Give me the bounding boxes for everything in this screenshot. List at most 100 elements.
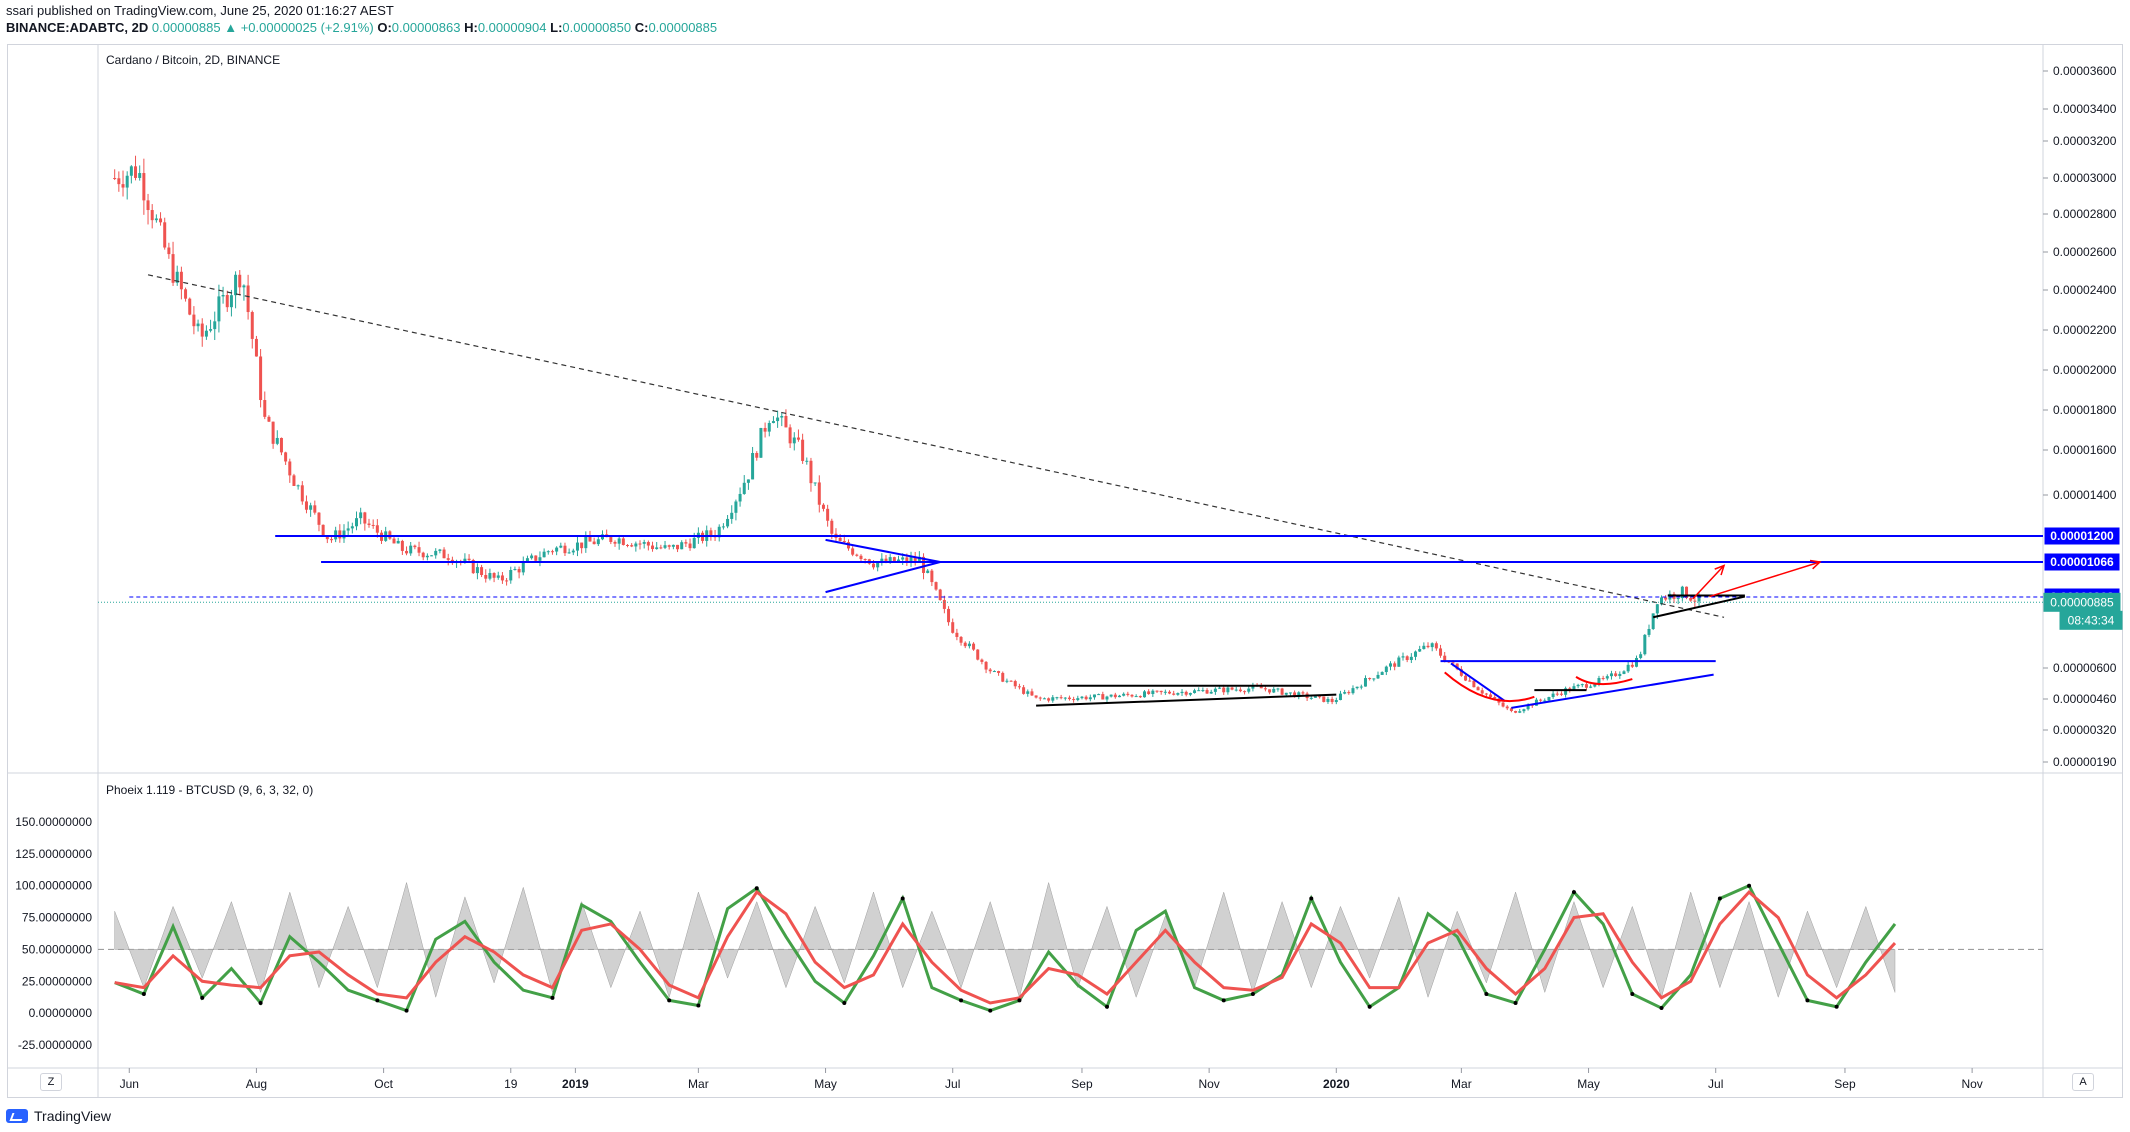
candle-body xyxy=(876,562,880,568)
candle-body xyxy=(196,323,200,327)
osc-extreme-dot xyxy=(1659,1006,1664,1011)
candle-body xyxy=(1363,678,1367,687)
candle-body xyxy=(1318,696,1322,698)
candle-body xyxy=(1188,693,1192,695)
candle-body xyxy=(1243,691,1247,693)
candle-body xyxy=(938,589,942,601)
time-tick-label: Aug xyxy=(246,1077,267,1091)
candle-body xyxy=(792,437,796,444)
candle-body xyxy=(997,671,1001,673)
candle-body xyxy=(154,218,158,221)
candle-body xyxy=(204,330,208,337)
osc-extreme-dot xyxy=(1017,998,1022,1003)
candle-body xyxy=(1159,690,1163,693)
candle-body xyxy=(805,460,809,462)
candle-body xyxy=(1655,604,1659,614)
osc-tick-label: 75.00000000 xyxy=(22,911,92,925)
candle-body xyxy=(550,551,554,553)
candle-body xyxy=(521,561,525,573)
candle-body xyxy=(300,485,304,502)
candle-body xyxy=(1580,684,1584,686)
candle-body xyxy=(1330,698,1334,703)
candle-body xyxy=(430,555,434,557)
candle-body xyxy=(730,512,734,519)
candle-body xyxy=(392,538,396,544)
candle-body xyxy=(317,512,321,525)
candle-body xyxy=(709,530,713,536)
candle-body xyxy=(955,632,959,637)
candle-body xyxy=(592,541,596,545)
candle-body xyxy=(425,555,429,558)
candle-body xyxy=(1213,688,1217,692)
candle-body xyxy=(263,400,267,417)
time-tick-label: Oct xyxy=(374,1077,393,1091)
price-label-text: 08:43:34 xyxy=(2068,613,2115,627)
osc-extreme-dot xyxy=(141,992,146,997)
timezone-button[interactable]: Z xyxy=(40,1073,62,1091)
osc-tick-label: 25.00000000 xyxy=(22,974,92,988)
candle-body xyxy=(1393,663,1397,667)
main-pane-title: Cardano / Bitcoin, 2D, BINANCE xyxy=(106,53,280,67)
time-tick-label: Nov xyxy=(1198,1077,1219,1091)
candle-body xyxy=(1476,687,1480,691)
candle-body xyxy=(517,569,521,573)
candle-body xyxy=(1163,691,1167,693)
osc-extreme-dot xyxy=(754,886,759,891)
candle-body xyxy=(1272,688,1276,693)
time-tick-label: 2019 xyxy=(562,1077,589,1091)
candle-body xyxy=(1480,690,1484,694)
candle-body xyxy=(329,539,333,541)
chart-canvas[interactable]: Cardano / Bitcoin, 2D, BINANCE Phoeix 1.… xyxy=(0,0,2130,1132)
candle-body xyxy=(234,274,238,296)
candle-body xyxy=(225,295,229,308)
candle-body xyxy=(375,525,379,533)
triangle-lower xyxy=(825,561,941,594)
candle-body xyxy=(942,600,946,609)
candle-body xyxy=(509,570,513,581)
candle-body xyxy=(580,542,584,549)
candle-body xyxy=(1464,675,1468,681)
candle-body xyxy=(488,573,492,579)
candle-body xyxy=(1034,695,1038,698)
candle-body xyxy=(1601,678,1605,680)
osc-extreme-dot xyxy=(1805,998,1810,1003)
time-tick-label: 2020 xyxy=(1323,1077,1350,1091)
time-tick-label: Jul xyxy=(945,1077,960,1091)
candle-body xyxy=(1422,645,1426,650)
candle-body xyxy=(159,218,163,223)
candle-body xyxy=(313,505,317,513)
candle-body xyxy=(751,453,755,480)
osc-extreme-dot xyxy=(1309,896,1314,901)
candle-body xyxy=(1584,684,1588,688)
candle-body xyxy=(1351,688,1355,694)
candle-body xyxy=(284,452,288,462)
candle-body xyxy=(421,552,425,558)
candle-body xyxy=(734,501,738,513)
price-tick-label: 0.00000460 xyxy=(2053,692,2117,706)
candle-body xyxy=(138,173,142,178)
candle-body xyxy=(475,567,479,574)
candle-body xyxy=(1197,690,1201,692)
candle-body xyxy=(651,545,655,550)
candle-body xyxy=(1126,693,1130,695)
candle-body xyxy=(129,166,133,176)
candle-body xyxy=(1643,634,1647,655)
candle-body xyxy=(1230,687,1234,690)
candle-body xyxy=(1284,692,1288,695)
candle-body xyxy=(1051,697,1055,701)
candle-body xyxy=(221,295,225,297)
candle-body xyxy=(688,543,692,549)
candle-body xyxy=(1234,689,1238,691)
candle-body xyxy=(1689,597,1693,601)
candle-body xyxy=(784,415,788,428)
candle-body xyxy=(267,416,271,422)
candle-body xyxy=(796,437,800,440)
osc-extreme-dot xyxy=(375,998,380,1003)
candle-body xyxy=(1509,708,1513,711)
candle-body xyxy=(134,166,138,178)
candle-body xyxy=(1288,692,1292,694)
auto-scale-button[interactable]: A xyxy=(2072,1073,2094,1091)
candle-body xyxy=(179,271,183,290)
candle-body xyxy=(405,550,409,554)
candle-body xyxy=(838,537,842,542)
